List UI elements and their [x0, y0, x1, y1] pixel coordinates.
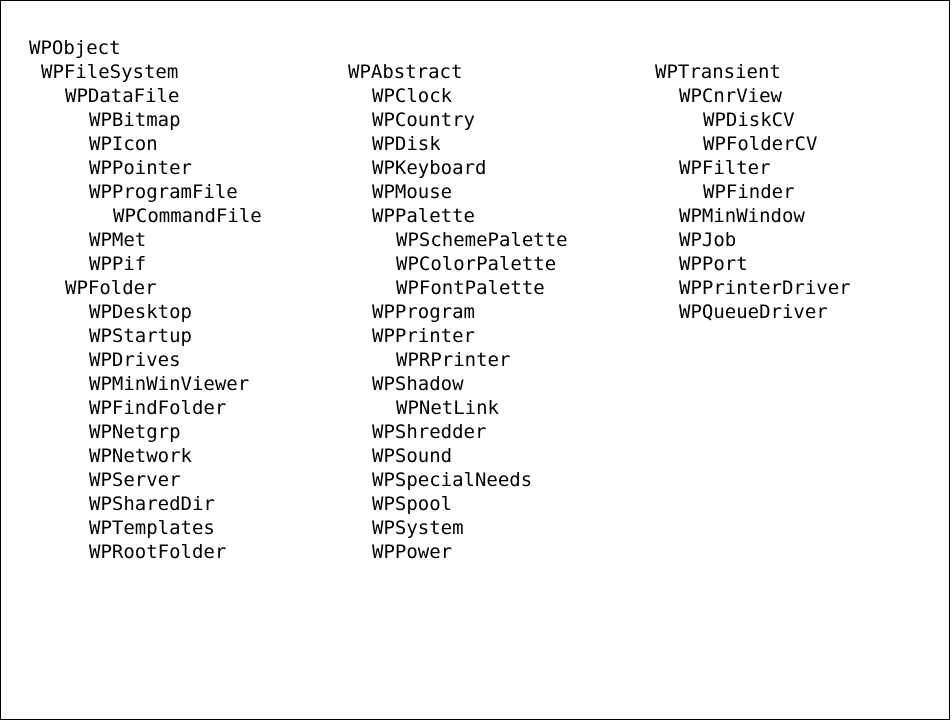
tree-node-wppif: WPPif	[89, 253, 147, 275]
tree-node-wpcnrview: WPCnrView	[679, 85, 782, 107]
tree-node-wpcolorpalette: WPColorPalette	[396, 253, 557, 275]
tree-column-transient: WPTransient WPCnrView WPDiskCV WPFolderCV WP…	[655, 60, 851, 324]
tree-node-wpicon: WPIcon	[89, 133, 158, 155]
tree-node-wpstartup: WPStartup	[89, 325, 192, 347]
tree-node-wpshadow: WPShadow	[372, 373, 464, 395]
tree-node-wpqueuedriver: WPQueueDriver	[679, 301, 828, 323]
tree-node-wpfoldercv: WPFolderCV	[703, 133, 818, 155]
tree-node-wpfolder: WPFolder	[65, 277, 157, 299]
tree-node-wpschemepalette: WPSchemePalette	[396, 229, 568, 251]
tree-node-wpsystem: WPSystem	[372, 517, 464, 539]
tree-node-wpport: WPPort	[679, 253, 748, 275]
tree-node-wpnetwork: WPNetwork	[89, 445, 192, 467]
tree-column-filesystem: WPFileSystem WPDataFile WPBitmap WPIcon WPPo…	[29, 60, 262, 564]
tree-node-wpmouse: WPMouse	[372, 181, 453, 203]
tree-node-wpdisk: WPDisk	[372, 133, 441, 155]
tree-node-wpkeyboard: WPKeyboard	[372, 157, 487, 179]
tree-node-wpshredder: WPShredder	[372, 421, 487, 443]
tree-node-wpjob: WPJob	[679, 229, 737, 251]
tree-node-wpspecialneeds: WPSpecialNeeds	[372, 469, 533, 491]
tree-node-wpprogramfile: WPProgramFile	[89, 181, 238, 203]
tree-node-wpfindfolder: WPFindFolder	[89, 397, 227, 419]
tree-node-wprootfolder: WPRootFolder	[89, 541, 227, 563]
tree-node-wppointer: WPPointer	[89, 157, 192, 179]
tree-node-wpfinder: WPFinder	[703, 181, 795, 203]
tree-node-wpclock: WPClock	[372, 85, 453, 107]
tree-node-wpfilesystem: WPFileSystem	[41, 61, 179, 83]
tree-node-wpabstract: WPAbstract	[348, 61, 463, 83]
tree-node-wpdatafile: WPDataFile	[65, 85, 180, 107]
tree-node-wptransient: WPTransient	[655, 61, 781, 83]
tree-node-wpminwindow: WPMinWindow	[679, 205, 805, 227]
tree-node-wpdesktop: WPDesktop	[89, 301, 192, 323]
tree-node-wpspool: WPSpool	[372, 493, 453, 515]
tree-node-wprprinter: WPRPrinter	[396, 349, 511, 371]
tree-node-wpdrives: WPDrives	[89, 349, 181, 371]
tree-node-wpcountry: WPCountry	[372, 109, 475, 131]
tree-node-wpminwinviewer: WPMinWinViewer	[89, 373, 250, 395]
tree-node-wpmet: WPMet	[89, 229, 147, 251]
tree-node-wptemplates: WPTemplates	[89, 517, 215, 539]
tree-node-wpsound: WPSound	[372, 445, 453, 467]
tree-node-wpfilter: WPFilter	[679, 157, 771, 179]
tree-node-wpprogram: WPProgram	[372, 301, 475, 323]
tree-node-wpfontpalette: WPFontPalette	[396, 277, 545, 299]
tree-node-wpprinter: WPPrinter	[372, 325, 475, 347]
tree-node-wppower: WPPower	[372, 541, 453, 563]
tree-column-abstract: WPAbstract WPClock WPCountry WPDisk WPKeyboa…	[348, 60, 568, 564]
tree-node-wpnetgrp: WPNetgrp	[89, 421, 181, 443]
tree-node-wppalette: WPPalette	[372, 205, 475, 227]
tree-node-wpdiskcv: WPDiskCV	[703, 109, 795, 131]
tree-node-wpnetlink: WPNetLink	[396, 397, 499, 419]
tree-node-wpbitmap: WPBitmap	[89, 109, 181, 131]
tree-node-wpcommandfile: WPCommandFile	[113, 205, 262, 227]
tree-node-wpshareddir: WPSharedDir	[89, 493, 215, 515]
tree-node-wpserver: WPServer	[89, 469, 181, 491]
tree-root-node: WPObject	[29, 37, 121, 59]
tree-node-wpprinterdriver: WPPrinterDriver	[679, 277, 851, 299]
